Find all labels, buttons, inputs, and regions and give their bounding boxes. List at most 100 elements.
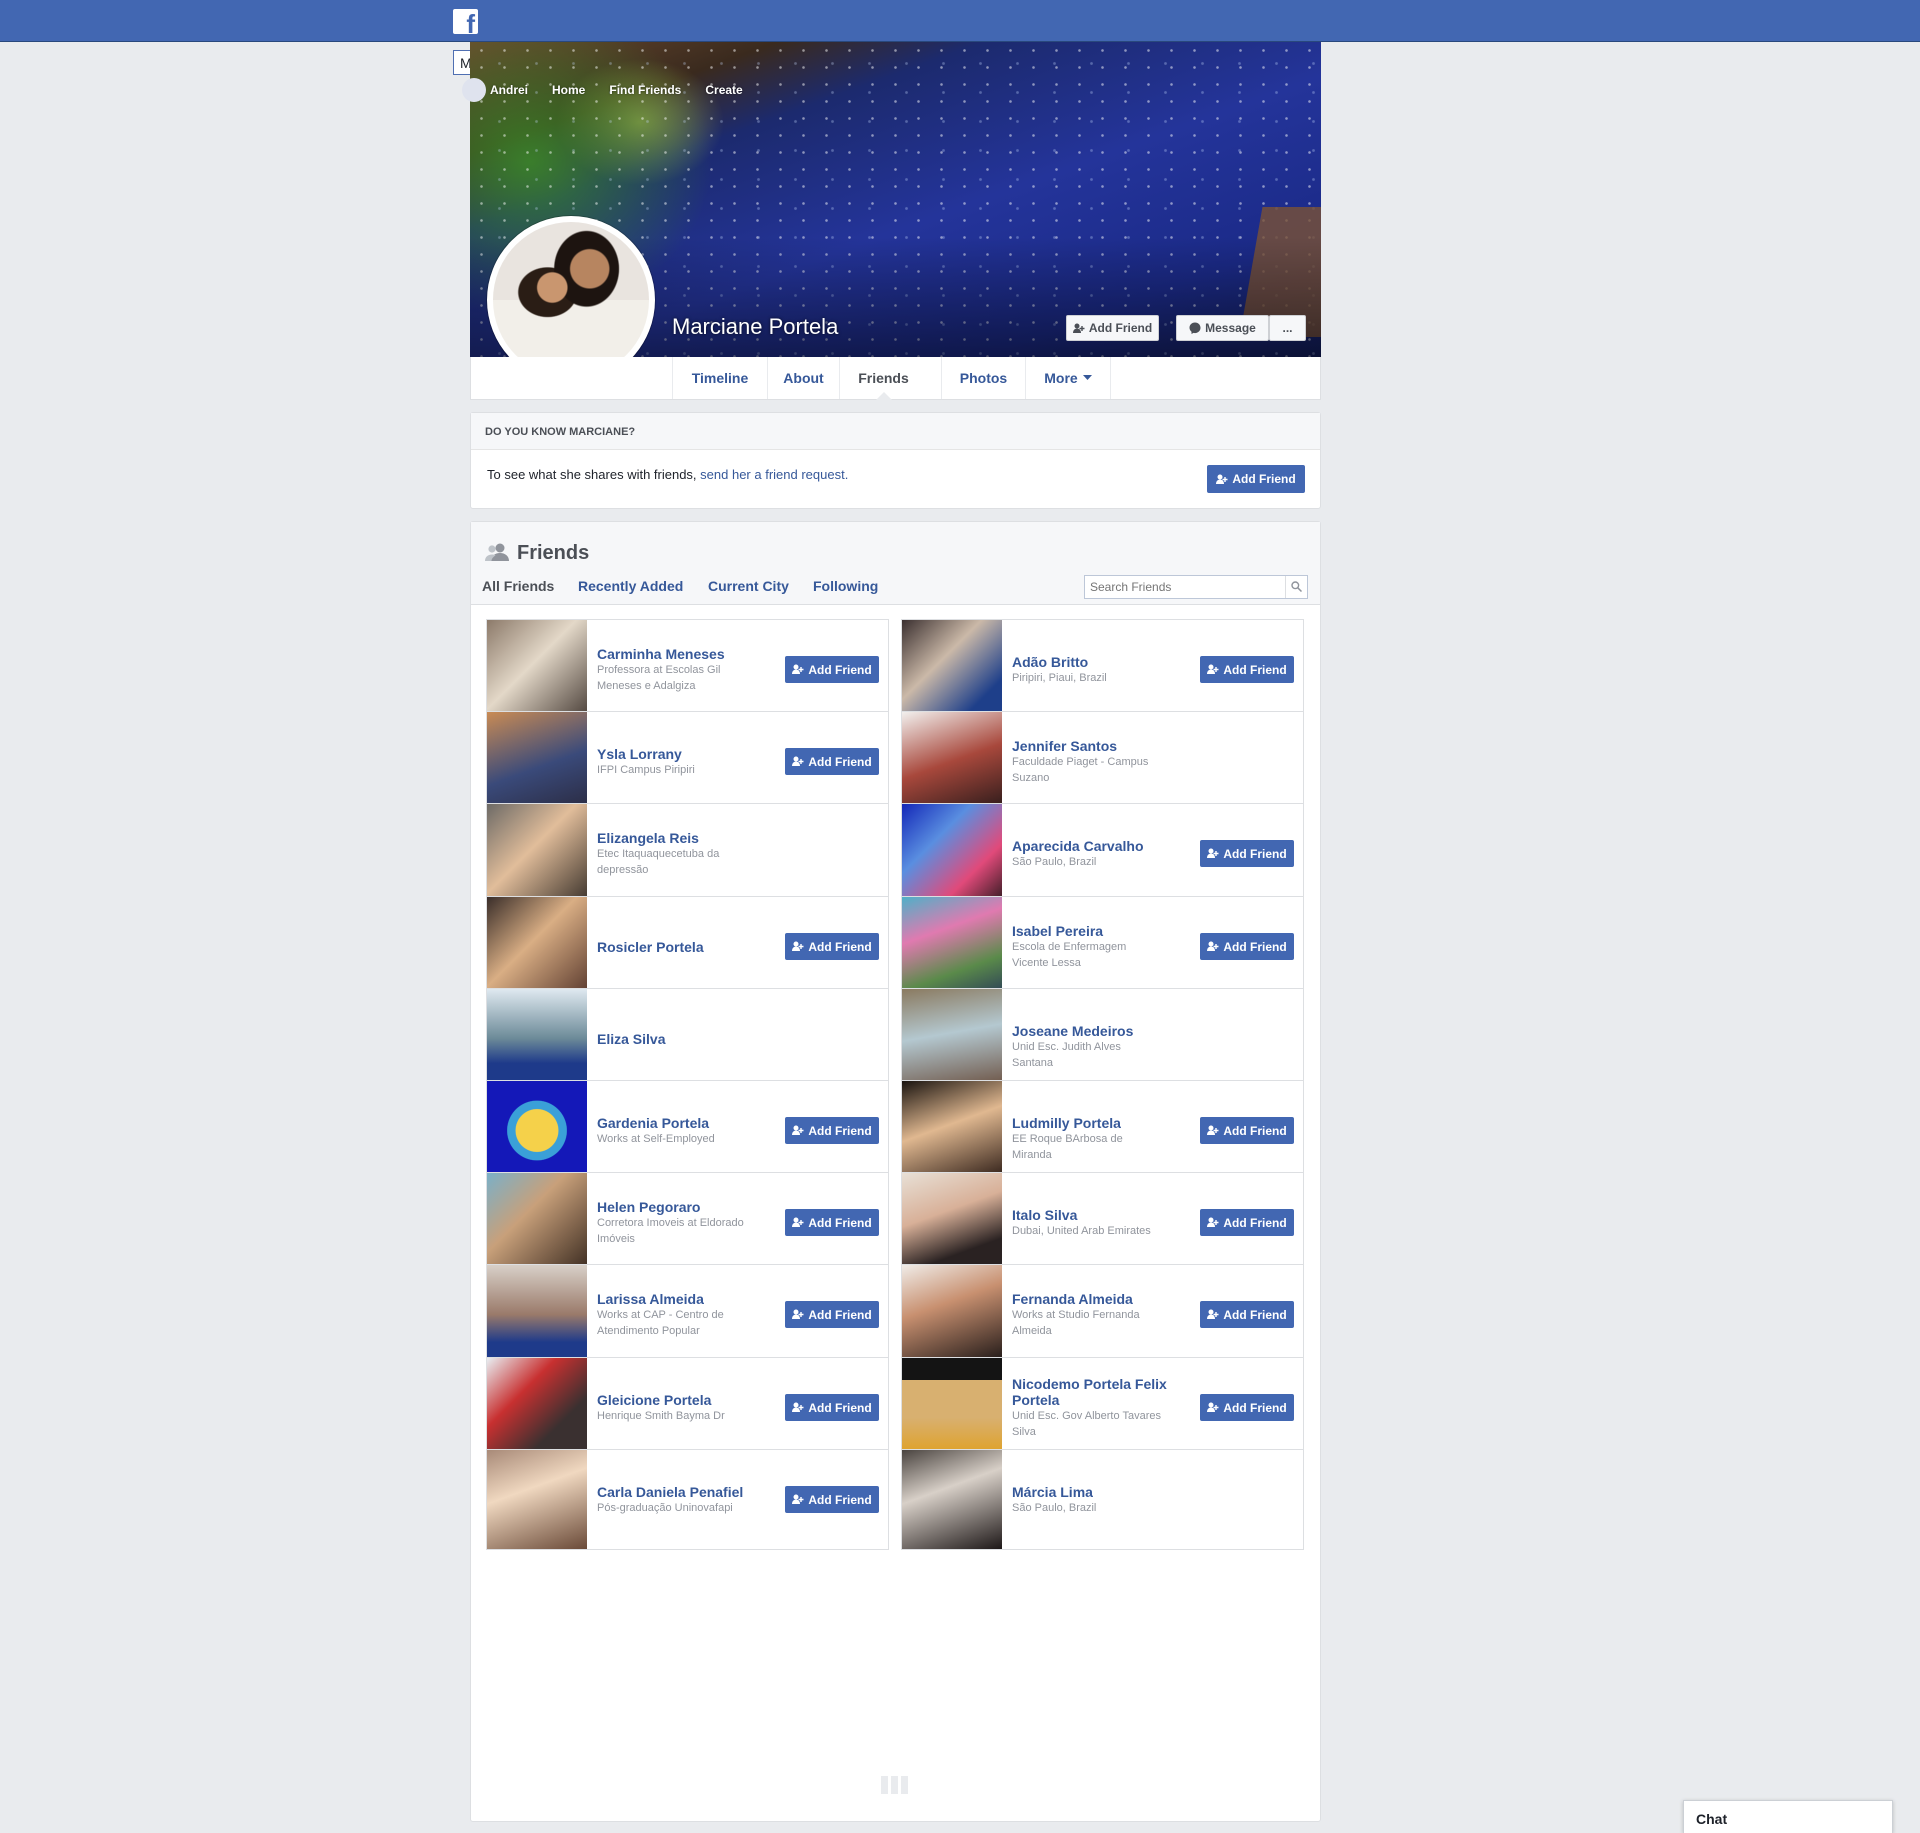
add-friend-button[interactable]: Add Friend	[1200, 1394, 1294, 1421]
add-friend-button[interactable]: Add Friend	[785, 933, 879, 960]
add-friend-button[interactable]: Add Friend	[1200, 1301, 1294, 1328]
friend-photo[interactable]	[487, 897, 587, 996]
friends-search-button[interactable]	[1285, 576, 1307, 598]
add-friend-button[interactable]: Add Friend	[785, 748, 879, 775]
friend-photo[interactable]	[902, 1358, 1002, 1457]
cover-add-friend-button[interactable]: Add Friend	[1066, 315, 1159, 341]
friend-name[interactable]: Elizangela Reis	[597, 830, 767, 846]
friend-photo[interactable]	[487, 1358, 587, 1457]
friend-card: Ysla Lorrany IFPI Campus Piripiri Add Frie…	[486, 711, 889, 812]
send-request-link[interactable]: send her a friend request.	[700, 467, 848, 482]
add-friend-button[interactable]: Add Friend	[1200, 1117, 1294, 1144]
friend-name[interactable]: Adão Britto	[1012, 654, 1182, 670]
friend-name[interactable]: Ysla Lorrany	[597, 746, 767, 762]
add-friend-label: Add Friend	[808, 939, 872, 954]
friend-name[interactable]: Joseane Medeiros	[1012, 1023, 1182, 1039]
add-friend-icon	[1207, 1125, 1219, 1135]
friend-photo[interactable]	[902, 989, 1002, 1088]
message-button[interactable]: Message	[1176, 315, 1269, 341]
friend-name[interactable]: Ludmilly Portela	[1012, 1115, 1182, 1131]
subtab-all-friends[interactable]: All Friends	[482, 578, 554, 594]
friend-photo[interactable]	[902, 1265, 1002, 1364]
add-friend-button[interactable]: Add Friend	[785, 1209, 879, 1236]
friend-name[interactable]: Larissa Almeida	[597, 1291, 767, 1307]
add-friend-label: Add Friend	[1223, 939, 1287, 954]
do-you-know-text-pre: To see what she shares with friends,	[487, 467, 701, 482]
friend-photo[interactable]	[487, 1173, 587, 1272]
friend-name[interactable]: Italo Silva	[1012, 1207, 1182, 1223]
profile-name[interactable]: Marciane Portela	[672, 314, 838, 340]
add-friend-button[interactable]: Add Friend	[1200, 1209, 1294, 1236]
tab-timeline[interactable]: Timeline	[672, 357, 767, 399]
friend-name[interactable]: Gleicione Portela	[597, 1392, 767, 1408]
friends-search-input[interactable]	[1090, 579, 1280, 595]
subtab-recently-added[interactable]: Recently Added	[578, 578, 683, 594]
friend-card: Gardenia Portela Works at Self-Employed Ad…	[486, 1080, 889, 1181]
subtab-current-city[interactable]: Current City	[708, 578, 789, 594]
friend-card: Carla Daniela Penafiel Pós-graduação Unin…	[486, 1449, 889, 1550]
add-friend-icon	[1207, 1309, 1219, 1319]
subtab-following[interactable]: Following	[813, 578, 878, 594]
friend-name[interactable]: Helen Pegoraro	[597, 1199, 767, 1215]
add-friend-button[interactable]: Add Friend	[785, 1486, 879, 1513]
friend-photo[interactable]	[487, 620, 587, 719]
friend-photo[interactable]	[902, 1173, 1002, 1272]
friend-name[interactable]: Carla Daniela Penafiel	[597, 1484, 767, 1500]
more-options-button[interactable]: ...	[1269, 315, 1306, 341]
friend-name[interactable]: Isabel Pereira	[1012, 923, 1182, 939]
add-friend-label: Add Friend	[808, 1307, 872, 1322]
friend-name[interactable]: Carminha Meneses	[597, 646, 767, 662]
tab-photos[interactable]: Photos	[941, 357, 1025, 399]
add-friend-button[interactable]: Add Friend	[1200, 656, 1294, 683]
chat-tab[interactable]: Chat	[1683, 1800, 1893, 1833]
add-friend-button[interactable]: Add Friend	[1200, 933, 1294, 960]
friend-photo[interactable]	[902, 1081, 1002, 1180]
friend-card: Aparecida Carvalho São Paulo, Brazil Add F…	[901, 803, 1304, 904]
friend-photo[interactable]	[487, 989, 587, 1088]
know-add-friend-button[interactable]: Add Friend	[1207, 465, 1305, 493]
friend-photo[interactable]	[902, 620, 1002, 719]
friend-photo[interactable]	[487, 1081, 587, 1180]
add-friend-button[interactable]: Add Friend	[785, 1394, 879, 1421]
nav-create[interactable]: Create	[705, 83, 742, 97]
friend-photo[interactable]	[902, 712, 1002, 811]
tab-friends[interactable]: Friends	[839, 357, 927, 400]
top-bar: f	[0, 0, 1920, 42]
friend-name[interactable]: Gardenia Portela	[597, 1115, 767, 1131]
nav-find-friends[interactable]: Find Friends	[609, 83, 681, 97]
friend-card: Joseane Medeiros Unid Esc. Judith Alves S…	[901, 988, 1304, 1089]
friend-card: Adão Britto Piripiri, Piaui, Brazil Add Fr…	[901, 619, 1304, 720]
friend-name[interactable]: Aparecida Carvalho	[1012, 838, 1182, 854]
facebook-logo-icon[interactable]: f	[453, 9, 478, 37]
add-friend-button[interactable]: Add Friend	[1200, 840, 1294, 867]
more-dots-icon: ...	[1282, 321, 1293, 335]
friend-subtitle: IFPI Campus Piripiri	[597, 764, 695, 776]
friend-photo[interactable]	[487, 1450, 587, 1549]
add-friend-label: Add Friend	[1223, 1123, 1287, 1138]
friend-photo[interactable]	[487, 1265, 587, 1364]
friend-photo[interactable]	[487, 712, 587, 811]
friend-name[interactable]: Eliza Silva	[597, 1031, 767, 1047]
friend-name[interactable]: Nicodemo Portela Felix Portela	[1012, 1376, 1182, 1408]
add-friend-button[interactable]: Add Friend	[785, 1117, 879, 1144]
nav-user[interactable]: Andrei	[490, 83, 528, 97]
friend-name[interactable]: Jennifer Santos	[1012, 738, 1182, 754]
tab-more[interactable]: More	[1025, 357, 1111, 399]
friend-subtitle: Works at CAP - Centro de Atendimento Pop…	[597, 1309, 724, 1337]
friend-photo[interactable]	[487, 804, 587, 903]
friend-name[interactable]: Fernanda Almeida	[1012, 1291, 1182, 1307]
friend-name[interactable]: Rosicler Portela	[597, 939, 767, 955]
add-friend-icon	[1207, 1402, 1219, 1412]
friend-name[interactable]: Márcia Lima	[1012, 1484, 1182, 1500]
tab-about[interactable]: About	[767, 357, 839, 399]
friend-card: Helen Pegoraro Corretora Imoveis at Eldor…	[486, 1172, 889, 1273]
add-friend-button[interactable]: Add Friend	[785, 656, 879, 683]
add-friend-label: Add Friend	[808, 1400, 872, 1415]
friend-photo[interactable]	[902, 804, 1002, 903]
user-avatar[interactable]	[462, 78, 486, 102]
friend-card: Ludmilly Portela EE Roque BArbosa de Mira…	[901, 1080, 1304, 1181]
friend-photo[interactable]	[902, 897, 1002, 996]
nav-home[interactable]: Home	[552, 83, 585, 97]
friend-photo[interactable]	[902, 1450, 1002, 1549]
add-friend-button[interactable]: Add Friend	[785, 1301, 879, 1328]
